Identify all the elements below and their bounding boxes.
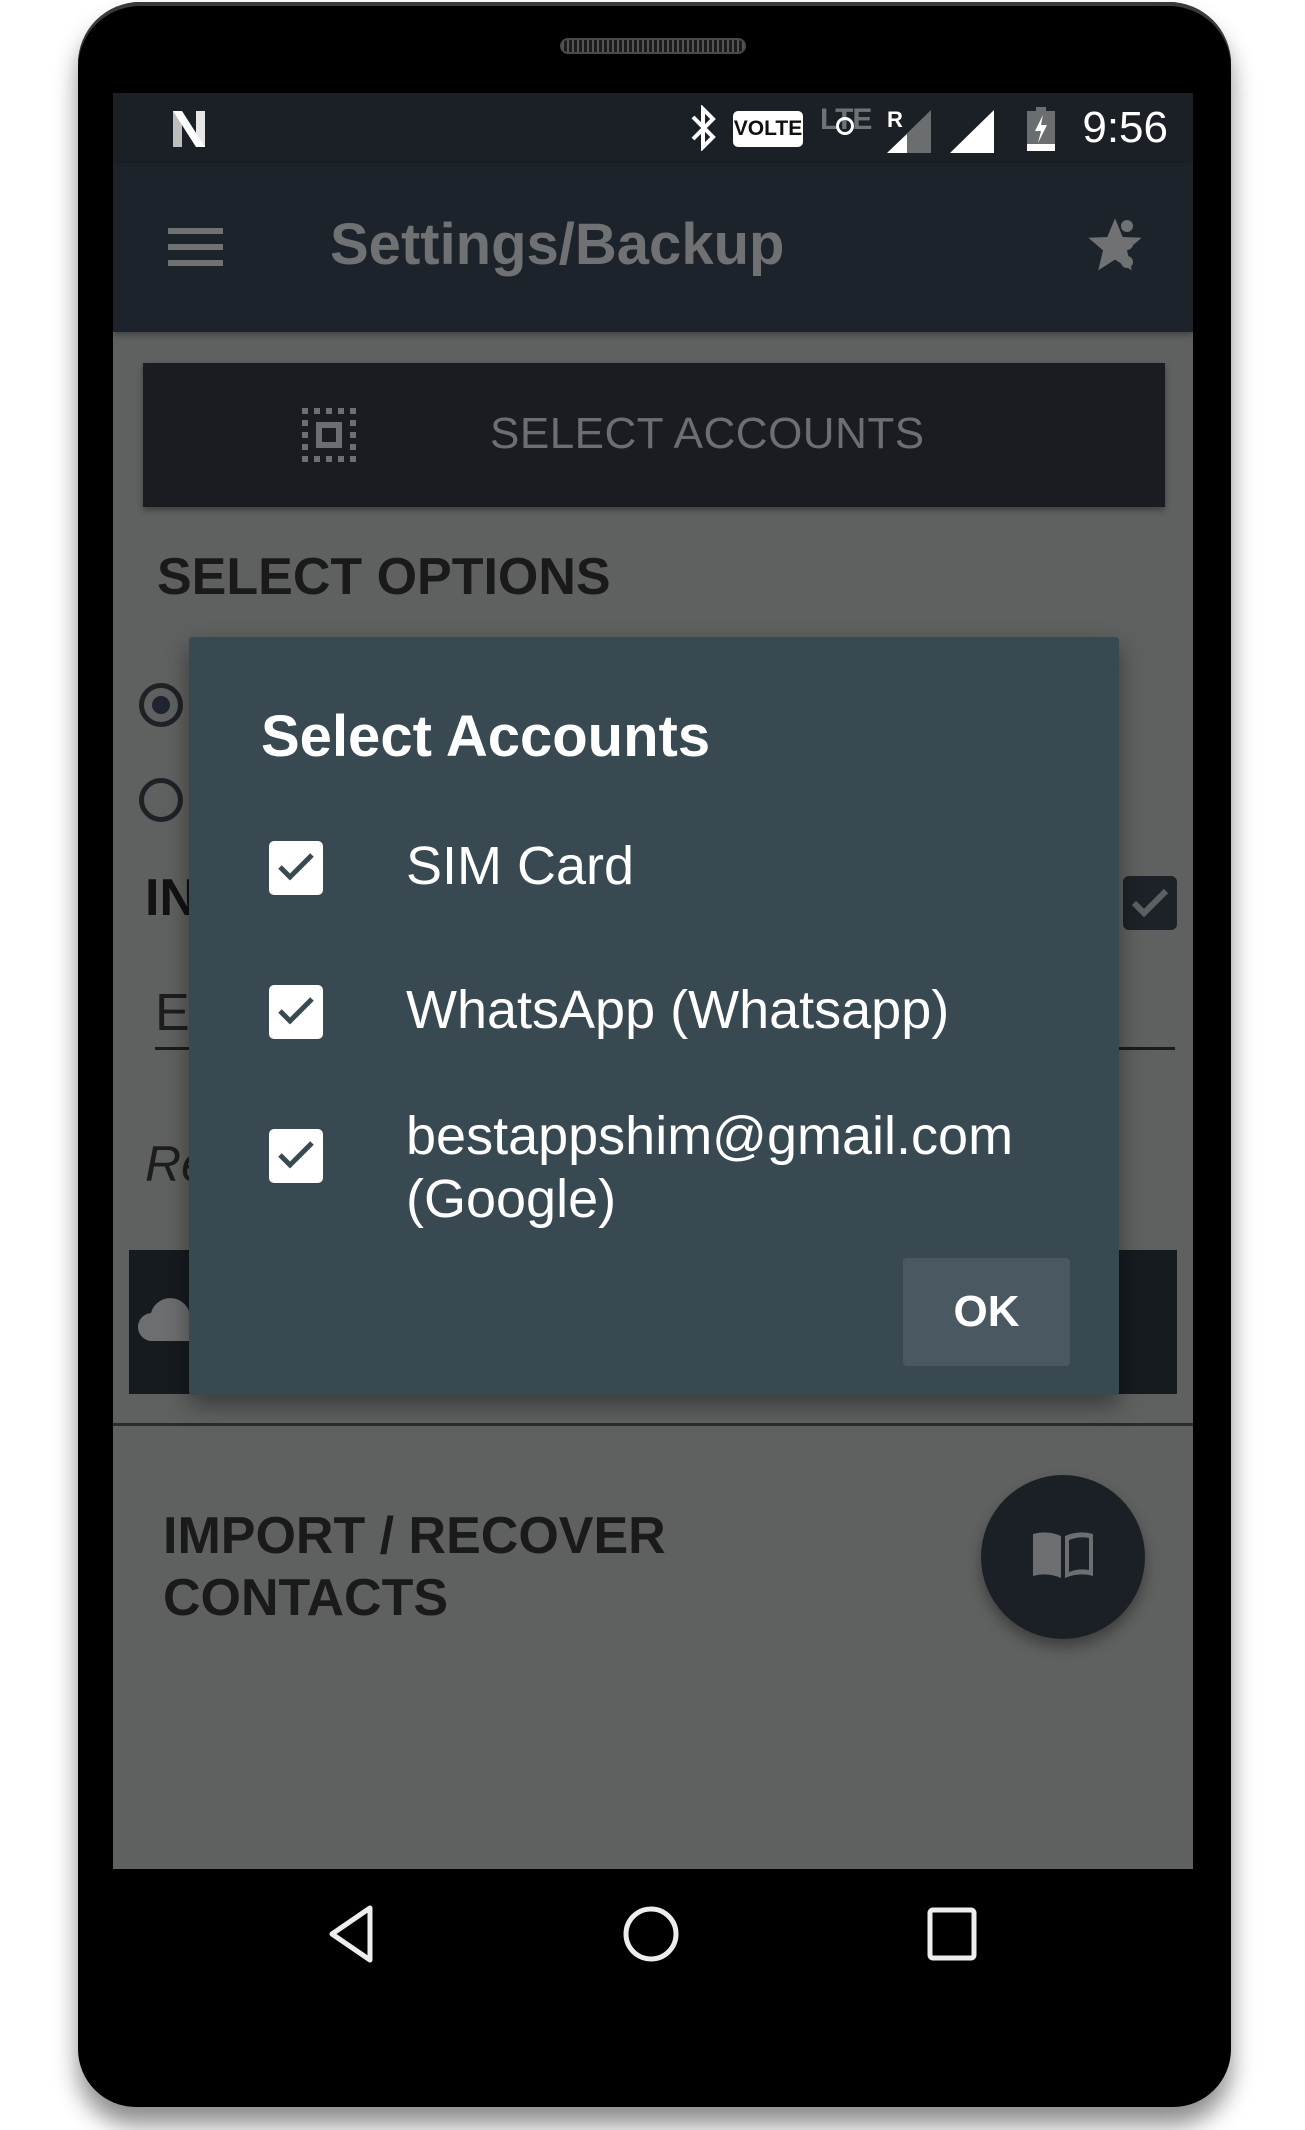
check-icon (278, 853, 314, 881)
option-label-account-type: (Google) (406, 1169, 617, 1229)
home-icon (623, 1906, 679, 1962)
check-icon (1131, 888, 1169, 918)
more-vert-icon (1121, 220, 1133, 268)
back-button[interactable] (327, 1905, 375, 1963)
background-checkbox[interactable] (1123, 876, 1177, 930)
back-icon (329, 1905, 373, 1963)
bluetooth-icon (691, 105, 716, 151)
battery-charging-icon (1027, 107, 1055, 151)
ok-button[interactable]: OK (903, 1258, 1070, 1366)
lte-disabled-icon: LTE (820, 103, 872, 137)
volte-label: VOLTE (733, 117, 803, 140)
signal-roaming-icon (887, 110, 931, 153)
hamburger-menu-button[interactable] (165, 225, 225, 269)
option-label: SIM Card (406, 836, 635, 896)
android-n-icon (173, 111, 205, 147)
recents-button[interactable] (927, 1907, 977, 1961)
status-bar: VOLTE LTE R 9:56 (113, 93, 1193, 163)
account-option-sim[interactable]: SIM Card (269, 836, 1069, 901)
status-time: 9:56 (1082, 103, 1168, 152)
option-label: bestappshim@gmail.com (Google) (406, 1105, 1013, 1231)
section-divider (113, 1423, 1193, 1426)
option-label: WhatsApp (Whatsapp) (406, 980, 950, 1040)
recents-icon (927, 1907, 977, 1961)
select-accounts-label: SELECT ACCOUNTS (490, 409, 925, 458)
app-toolbar: Settings/Backup (113, 163, 1193, 332)
select-accounts-dialog: Select Accounts SIM Card WhatsApp (Whats… (189, 637, 1119, 1395)
toolbar-title: Settings/Backup (330, 212, 785, 277)
select-accounts-button[interactable]: SELECT ACCOUNTS (143, 363, 1165, 507)
book-open-icon (1033, 1532, 1093, 1578)
volte-badge: VOLTE (733, 111, 803, 147)
radio-option-2[interactable] (139, 778, 183, 822)
checkbox-whatsapp[interactable] (269, 985, 323, 1039)
import-heading-line2: CONTACTS (163, 1569, 449, 1627)
import-recover-heading: IMPORT / RECOVER CONTACTS (163, 1505, 666, 1629)
check-icon (278, 1141, 314, 1169)
import-fab-button[interactable] (981, 1475, 1145, 1639)
checkbox-sim-card[interactable] (269, 841, 323, 895)
option-label-email: bestappshim@gmail.com (406, 1106, 1014, 1166)
signal-icon (950, 110, 994, 153)
checkbox-google-account[interactable] (269, 1129, 323, 1183)
navigation-bar (113, 1869, 1193, 2019)
dialog-title: Select Accounts (261, 704, 711, 769)
home-button[interactable] (622, 1905, 680, 1963)
overflow-menu-button[interactable] (1113, 215, 1141, 277)
account-option-whatsapp[interactable]: WhatsApp (Whatsapp) (269, 980, 1069, 1045)
select-all-icon (302, 408, 356, 462)
import-heading-line1: IMPORT / RECOVER (163, 1507, 666, 1565)
select-options-heading: SELECT OPTIONS (157, 548, 611, 606)
blocked-icon (836, 117, 854, 135)
device-screen: VOLTE LTE R 9:56 Settings/Backup SELECT … (113, 93, 1193, 1869)
radio-option-1[interactable] (139, 683, 183, 727)
check-icon (278, 997, 314, 1025)
account-option-google[interactable]: bestappshim@gmail.com (Google) (269, 1106, 1069, 1229)
phone-speaker (560, 38, 746, 54)
hamburger-menu-icon (168, 228, 223, 266)
